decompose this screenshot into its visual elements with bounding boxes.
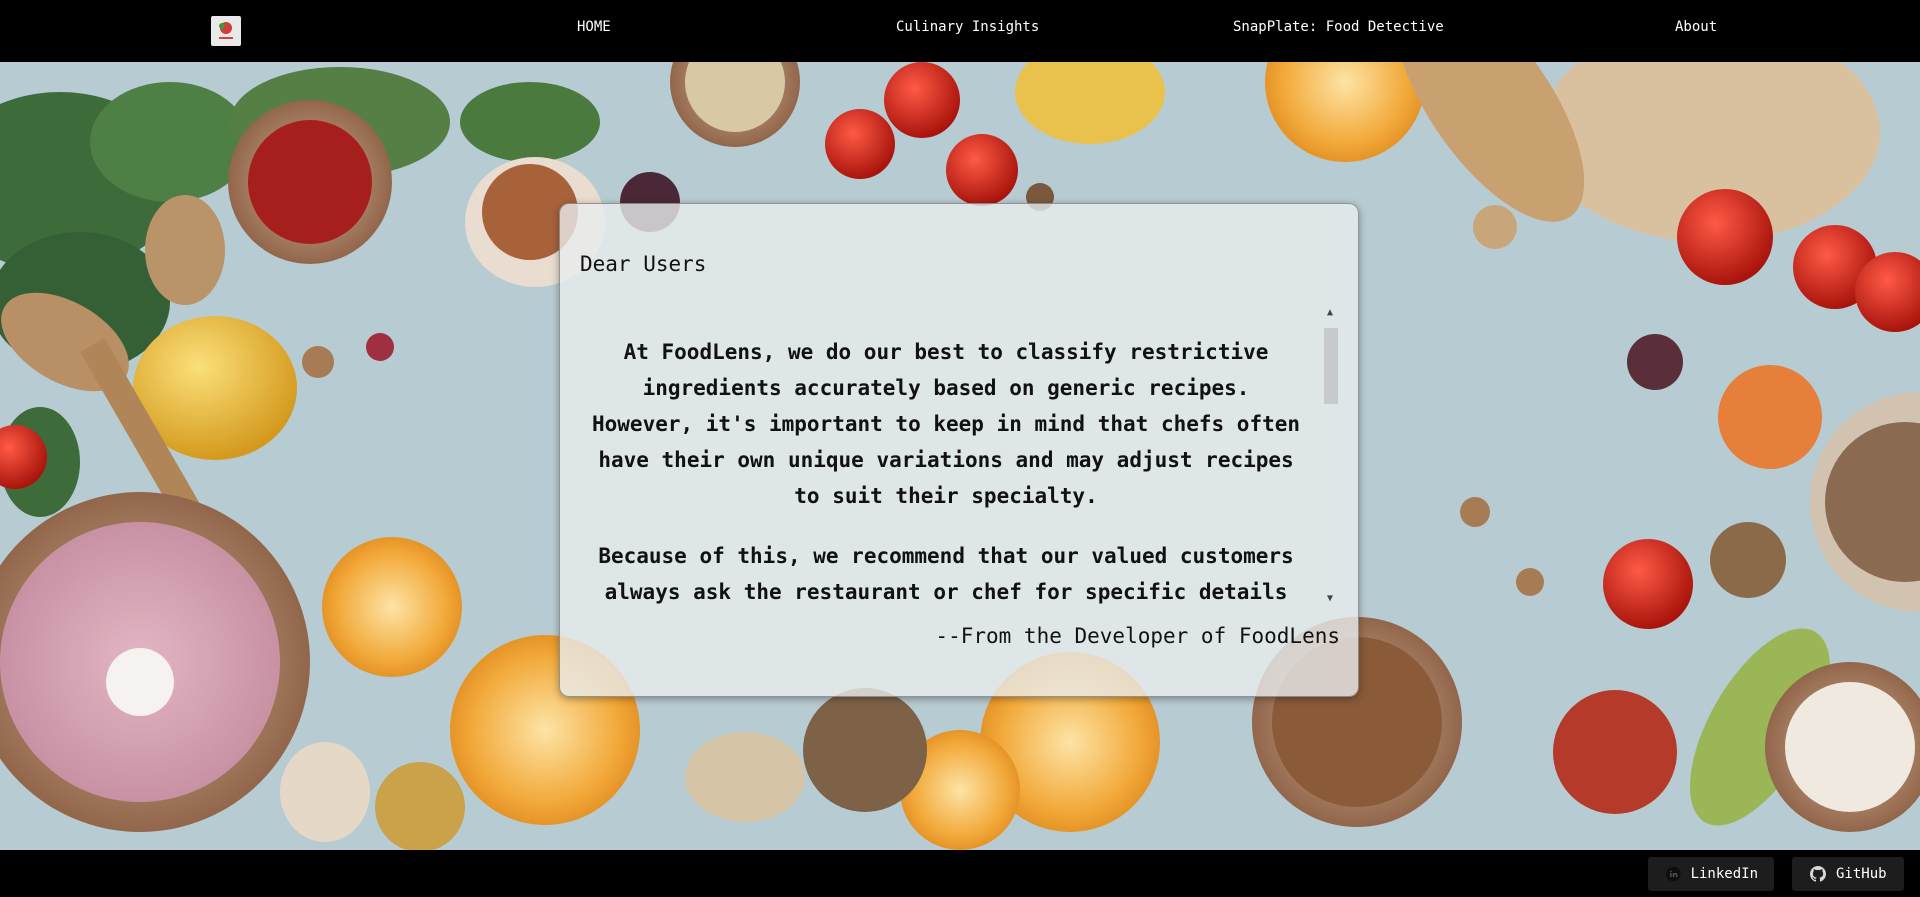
top-navbar: HOME Culinary Insights SnapPlate: Food D… bbox=[0, 0, 1920, 62]
nav-culinary-insights-link[interactable]: Culinary Insights bbox=[896, 19, 1039, 35]
disclaimer-card: Dear Users At FoodLens, we do our best t… bbox=[559, 203, 1359, 697]
nav-home-link[interactable]: HOME bbox=[577, 19, 611, 35]
github-button[interactable]: GitHub bbox=[1792, 857, 1904, 891]
disclaimer-scrollbar[interactable]: ▲ ▼ bbox=[1322, 306, 1338, 606]
scrollbar-thumb[interactable] bbox=[1324, 328, 1338, 404]
linkedin-icon bbox=[1666, 866, 1681, 882]
nav-about-link[interactable]: About bbox=[1675, 19, 1717, 35]
linkedin-label: LinkedIn bbox=[1690, 866, 1758, 882]
developer-signature: --From the Developer of FoodLens bbox=[935, 624, 1340, 648]
footer: LinkedIn GitHub bbox=[0, 850, 1920, 897]
scroll-up-arrow-icon[interactable]: ▲ bbox=[1324, 306, 1336, 320]
card-title: Dear Users bbox=[580, 252, 707, 276]
linkedin-button[interactable]: LinkedIn bbox=[1648, 857, 1774, 891]
github-icon bbox=[1810, 866, 1826, 882]
scroll-down-arrow-icon[interactable]: ▼ bbox=[1324, 592, 1336, 606]
disclaimer-scroll-area[interactable]: At FoodLens, we do our best to classify … bbox=[580, 306, 1312, 606]
foodlens-logo[interactable] bbox=[211, 16, 241, 46]
github-label: GitHub bbox=[1836, 866, 1887, 882]
nav-snapplate-link[interactable]: SnapPlate: Food Detective bbox=[1233, 19, 1444, 35]
disclaimer-paragraph: Because of this, we recommend that our v… bbox=[598, 544, 1294, 604]
disclaimer-paragraph: At FoodLens, we do our best to classify … bbox=[592, 340, 1301, 508]
